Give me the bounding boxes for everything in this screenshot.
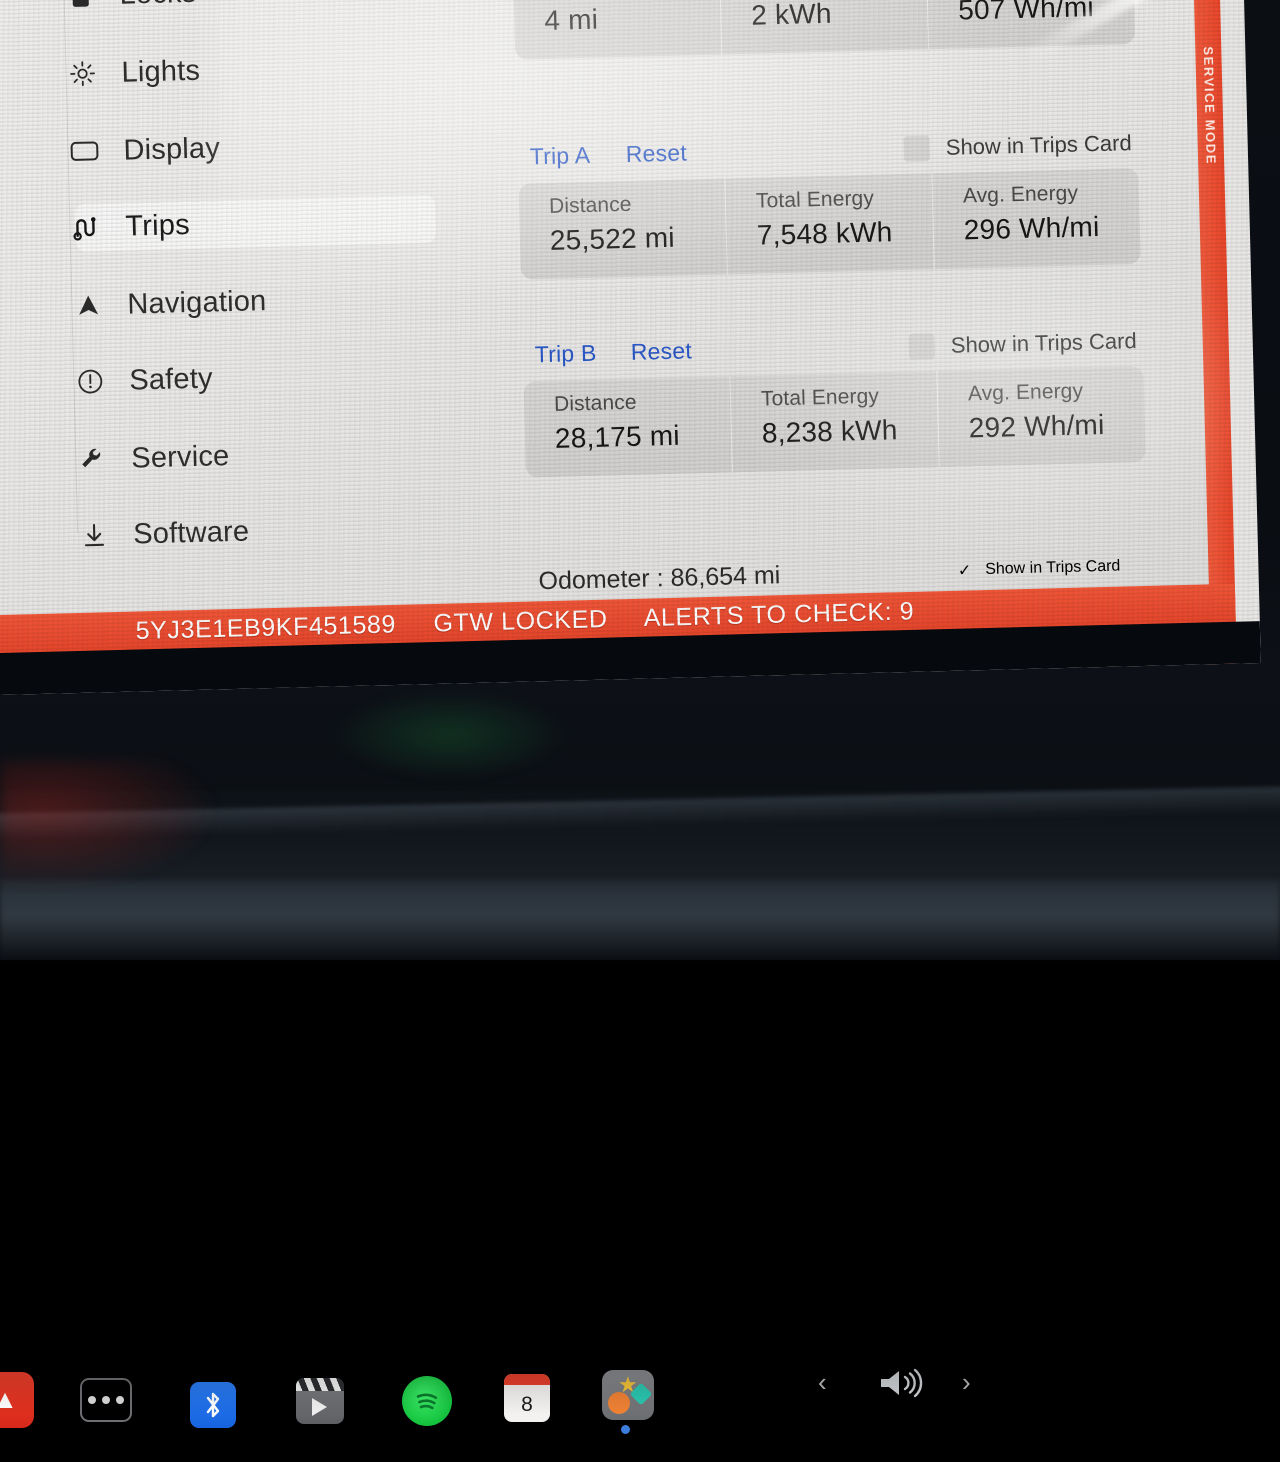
car-touchscreen: Locks Ligh xyxy=(0,0,1261,697)
media-movie-icon[interactable] xyxy=(296,1378,344,1424)
navigation-icon xyxy=(71,293,106,318)
volume-icon[interactable] xyxy=(872,1362,934,1404)
tesla-logo-glyph: ▲ xyxy=(0,1386,20,1412)
trip-b-label[interactable]: Trip B xyxy=(534,340,596,369)
alerts-text: ALERTS TO CHECK: 9 xyxy=(643,597,914,632)
dash-reflection xyxy=(0,880,1280,960)
trip-block-current: ✓ Show in Trips Card Distance 4 mi Total… xyxy=(512,0,1135,60)
sidebar-item-label: Trips xyxy=(125,209,190,244)
show-in-trips-card-label: Show in Trips Card xyxy=(946,130,1132,161)
safety-icon xyxy=(73,368,108,395)
odometer-show-in-trips-card[interactable]: ✓ Show in Trips Card xyxy=(958,557,1121,581)
stat-label: Distance xyxy=(549,190,726,218)
trip-stats-card: Distance 28,175 mi Total Energy 8,238 kW… xyxy=(523,366,1145,478)
sidebar-item-trips[interactable]: Trips xyxy=(69,190,490,255)
odometer-value: Odometer : 86,654 mi xyxy=(538,561,780,596)
next-arrow-icon[interactable]: › xyxy=(962,1369,971,1395)
stat-distance: Distance 4 mi xyxy=(513,0,721,60)
stat-value: 8,238 kWh xyxy=(761,413,938,449)
settings-surface: Locks Ligh xyxy=(0,0,1209,617)
show-in-trips-card-label: Show in Trips Card xyxy=(985,558,1121,579)
stat-avg-energy: Avg. Energy 296 Wh/mi xyxy=(931,168,1140,269)
stat-value: 4 mi xyxy=(544,1,721,37)
stat-distance: Distance 28,175 mi xyxy=(523,376,731,477)
sidebar-item-label: Safety xyxy=(129,362,213,397)
dot xyxy=(102,1396,110,1404)
stat-label: Distance xyxy=(554,388,731,416)
calendar-header xyxy=(504,1374,550,1385)
toybox-icon[interactable]: ★ xyxy=(602,1370,654,1420)
stat-total-energy: Total Energy 2 kWh xyxy=(719,0,928,55)
sidebar-item-label: Service xyxy=(131,440,230,475)
dot xyxy=(88,1396,96,1404)
clapper-stripes xyxy=(296,1378,344,1391)
trip-block-a: Trip A Reset Show in Trips Card Distance… xyxy=(517,128,1140,280)
download-icon xyxy=(77,522,112,549)
show-in-trips-card-row[interactable]: Show in Trips Card xyxy=(904,130,1132,162)
bluetooth-icon[interactable] xyxy=(190,1382,236,1428)
checkbox-unchecked-icon[interactable] xyxy=(909,333,936,360)
sidebar-item-software[interactable]: Software xyxy=(77,498,498,563)
calendar-icon[interactable]: 8 xyxy=(504,1374,550,1422)
stat-value: 2 kWh xyxy=(751,0,928,32)
trip-a-reset-button[interactable]: Reset xyxy=(625,139,687,168)
stat-label: Avg. Energy xyxy=(963,180,1140,208)
tesla-app-icon[interactable]: ▲ xyxy=(0,1372,34,1428)
calendar-day: 8 xyxy=(504,1387,550,1422)
page-indicator-dot xyxy=(621,1425,630,1434)
display-icon xyxy=(67,140,102,163)
stat-value: 28,175 mi xyxy=(555,418,732,454)
sidebar-item-label: Lights xyxy=(121,54,200,89)
stat-label: Total Energy xyxy=(761,383,938,411)
stat-label: Total Energy xyxy=(756,185,933,213)
stat-value: 507 Wh/mi xyxy=(958,0,1135,27)
sidebar-item-lights[interactable]: Lights xyxy=(65,36,486,101)
sidebar-item-safety[interactable]: Safety xyxy=(73,344,494,409)
dot xyxy=(116,1396,124,1404)
circle-glyph xyxy=(608,1392,630,1414)
trips-road-icon xyxy=(69,214,104,241)
stat-total-energy: Total Energy 7,548 kWh xyxy=(724,173,933,274)
stat-value: 25,522 mi xyxy=(550,220,727,256)
play-triangle xyxy=(312,1398,327,1416)
stat-avg-energy: Avg. Energy 292 Wh/mi xyxy=(936,366,1145,467)
stat-value: 296 Wh/mi xyxy=(963,210,1140,246)
gtw-status-text: GTW LOCKED xyxy=(433,605,608,637)
checkbox-checked-icon[interactable]: ✓ xyxy=(958,560,972,580)
prev-arrow-icon[interactable]: ‹ xyxy=(818,1369,827,1395)
sidebar-item-label: Software xyxy=(133,515,250,551)
sidebar-item-locks[interactable]: Locks xyxy=(63,0,484,23)
stat-value: 7,548 kWh xyxy=(756,215,933,251)
settings-sidebar[interactable]: Locks Ligh xyxy=(63,0,499,613)
stat-label: Avg. Energy xyxy=(968,378,1145,406)
sidebar-item-label: Display xyxy=(123,132,220,167)
lock-icon xyxy=(63,0,98,9)
sidebar-item-navigation[interactable]: Navigation xyxy=(71,268,492,333)
trips-panel: ✓ Show in Trips Card Distance 4 mi Total… xyxy=(513,0,1149,602)
trip-stats-card: Distance 4 mi Total Energy 2 kWh Avg. En… xyxy=(513,0,1135,60)
show-in-trips-card-row[interactable]: Show in Trips Card xyxy=(909,328,1137,360)
stat-value: 292 Wh/mi xyxy=(968,408,1145,444)
trip-b-reset-button[interactable]: Reset xyxy=(630,337,692,366)
stat-avg-energy: Avg. Energy 507 Wh/mi xyxy=(926,0,1135,49)
wrench-icon xyxy=(75,446,110,473)
sidebar-item-label: Navigation xyxy=(127,285,267,322)
sidebar-item-service[interactable]: Service xyxy=(75,422,496,487)
trip-block-b: Trip B Reset Show in Trips Card Distance… xyxy=(522,326,1145,478)
sidebar-item-label: Locks xyxy=(119,0,197,11)
vin-text: 5YJ3E1EB9KF451589 xyxy=(135,610,396,645)
service-mode-label: SERVICE MODE xyxy=(1201,46,1219,165)
trip-stats-card: Distance 25,522 mi Total Energy 7,548 kW… xyxy=(518,168,1140,280)
more-dots-icon[interactable] xyxy=(80,1378,132,1422)
lights-icon xyxy=(65,60,100,87)
bottom-dock[interactable]: ▲ 8 ★ ‹ xyxy=(0,672,1280,790)
spotify-icon[interactable] xyxy=(402,1376,452,1426)
trip-a-label[interactable]: Trip A xyxy=(529,142,590,171)
stat-distance: Distance 25,522 mi xyxy=(518,178,726,279)
sidebar-item-display[interactable]: Display xyxy=(67,114,488,179)
checkbox-unchecked-icon[interactable] xyxy=(904,135,931,162)
stat-total-energy: Total Energy 8,238 kWh xyxy=(729,371,938,472)
show-in-trips-card-label: Show in Trips Card xyxy=(951,328,1137,359)
